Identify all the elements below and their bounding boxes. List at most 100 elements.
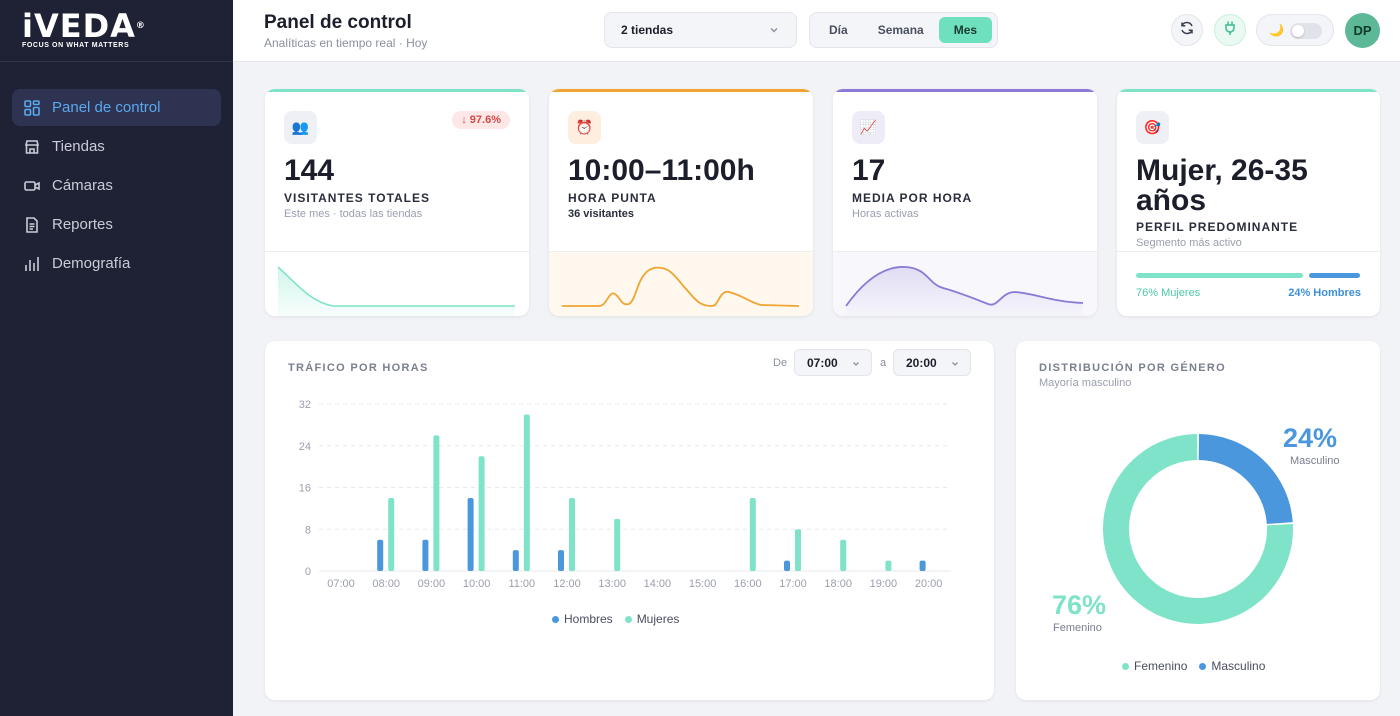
kpi-label: MEDIA POR HORA xyxy=(852,191,973,205)
bar-mujeres xyxy=(523,414,530,571)
theme-toggle[interactable]: 🌙 xyxy=(1256,14,1334,46)
legend-dot xyxy=(1199,662,1207,670)
x-tick-label: 14:00 xyxy=(644,578,672,590)
alarm-clock-icon: ⏰ xyxy=(568,111,601,144)
gender-legend: Femenino Masculino xyxy=(1122,659,1277,673)
kpi-value: 17 xyxy=(852,154,886,187)
to-time-value: 20:00 xyxy=(906,355,937,370)
legend-item-hombres[interactable]: Hombres xyxy=(552,612,613,626)
traffic-legend: Hombres Mujeres xyxy=(552,612,691,626)
donut-slice-masculino xyxy=(1198,434,1293,525)
bar-hombres xyxy=(512,550,519,571)
period-month-button[interactable]: Mes xyxy=(938,17,993,43)
y-tick-label: 8 xyxy=(305,524,311,536)
theme-switch[interactable] xyxy=(1290,23,1322,39)
range-to-label: a xyxy=(880,357,887,369)
bar-mujeres xyxy=(614,518,621,571)
male-share-label: 24% Hombres xyxy=(1288,287,1361,299)
brand-logo[interactable]: iVEDA® FOCUS ON WHAT MATTERS xyxy=(22,10,152,54)
plug-icon xyxy=(1222,20,1238,41)
store-select[interactable]: 2 tiendas xyxy=(604,12,797,48)
card-divider xyxy=(1117,251,1380,252)
y-tick-label: 0 xyxy=(305,566,311,578)
legend-dot xyxy=(624,615,632,623)
legend-label: Femenino xyxy=(1134,659,1188,673)
bar-mujeres xyxy=(749,497,756,571)
store-icon xyxy=(24,139,40,155)
trend-badge: ↓ 97.6% xyxy=(452,111,510,129)
kpi-card-profile: 🎯 Mujer, 26-35 años PERFIL PREDOMINANTE … xyxy=(1117,89,1380,316)
brand-name: iVEDA® xyxy=(22,7,146,45)
card-accent-line xyxy=(833,89,1097,92)
bar-mujeres xyxy=(795,529,801,571)
sidebar-item-demografia[interactable]: Demografía xyxy=(12,245,221,282)
sidebar: iVEDA® FOCUS ON WHAT MATTERS Panel de co… xyxy=(0,0,233,716)
kpi-value: 144 xyxy=(284,154,335,187)
gender-split-bar xyxy=(1136,273,1360,278)
male-bar xyxy=(1309,273,1360,278)
top-header: Panel de control Analíticas en tiempo re… xyxy=(233,0,1400,62)
kpi-label: PERFIL PREDOMINANTE xyxy=(1136,220,1299,234)
sparkline-avg xyxy=(833,251,1097,316)
sidebar-item-tiendas[interactable]: Tiendas xyxy=(12,128,221,165)
bar-mujeres xyxy=(388,497,395,571)
sidebar-item-label: Tiendas xyxy=(52,138,105,155)
female-label: Femenino xyxy=(1053,622,1102,634)
traffic-chart-card: TRÁFICO POR HORAS De 07:00 a 20:00 0 8 16 2… xyxy=(265,341,994,700)
visitors-icon: 👥 xyxy=(284,111,317,144)
bar-chart-icon xyxy=(24,256,40,272)
sidebar-item-label: Demografía xyxy=(52,255,131,272)
bar-hombres xyxy=(467,497,474,571)
from-time-value: 07:00 xyxy=(807,355,838,370)
legend-item-masculino[interactable]: Masculino xyxy=(1199,659,1265,673)
page-title: Panel de control xyxy=(264,12,412,33)
y-tick-label: 24 xyxy=(299,441,311,453)
chart-up-icon: 📈 xyxy=(852,111,885,144)
gender-subtitle: Mayoría masculino xyxy=(1039,377,1132,389)
sidebar-item-reportes[interactable]: Reportes xyxy=(12,206,221,243)
from-time-select[interactable]: 07:00 xyxy=(794,349,872,376)
legend-dot xyxy=(552,615,559,623)
period-day-button[interactable]: Día xyxy=(814,17,863,43)
connection-button[interactable] xyxy=(1214,14,1246,46)
kpi-sub: 36 visitantes xyxy=(568,208,635,220)
female-bar xyxy=(1136,273,1304,278)
sidebar-item-camaras[interactable]: Cámaras xyxy=(12,167,221,204)
legend-item-femenino[interactable]: Femenino xyxy=(1122,659,1187,673)
x-tick-label: 08:00 xyxy=(372,578,400,590)
female-share-label: 76% Mujeres xyxy=(1136,287,1201,299)
sidebar-item-panel[interactable]: Panel de control xyxy=(12,89,221,126)
chevron-down-icon xyxy=(851,358,861,372)
gender-distribution-card: DISTRIBUCIÓN POR GÉNERO Mayoría masculin… xyxy=(1016,341,1380,700)
gender-title: DISTRIBUCIÓN POR GÉNERO xyxy=(1039,362,1226,374)
legend-item-mujeres[interactable]: Mujeres xyxy=(624,612,679,626)
refresh-icon xyxy=(1179,20,1195,41)
bar-hombres xyxy=(784,560,790,571)
x-tick-label: 11:00 xyxy=(508,578,535,590)
kpi-value: Mujer, 26-35 años xyxy=(1136,156,1308,216)
legend-label: Masculino xyxy=(1211,659,1266,673)
camera-icon xyxy=(24,178,40,194)
kpi-card-peak: ⏰ 10:00–11:00h HORA PUNTA 36 visitantes xyxy=(549,89,813,316)
kpi-card-avg: 📈 17 MEDIA POR HORA Horas activas xyxy=(833,89,1097,316)
range-from-label: De xyxy=(773,357,788,369)
kpi-value-line2: años xyxy=(1136,184,1207,217)
x-tick-label: 09:00 xyxy=(418,578,446,590)
legend-dot xyxy=(1122,662,1129,670)
refresh-button[interactable] xyxy=(1171,14,1203,46)
period-week-button[interactable]: Semana xyxy=(863,17,939,43)
sidebar-divider xyxy=(0,61,233,62)
x-tick-label: 18:00 xyxy=(824,578,852,590)
x-tick-label: 13:00 xyxy=(598,578,626,590)
bar-mujeres xyxy=(840,539,847,571)
card-accent-line xyxy=(265,89,529,92)
period-selector: Día Semana Mes xyxy=(809,12,998,48)
document-icon xyxy=(24,216,40,233)
page-subtitle: Analíticas en tiempo real · Hoy xyxy=(264,36,428,50)
x-tick-label: 20:00 xyxy=(915,578,943,590)
to-time-select[interactable]: 20:00 xyxy=(893,349,971,376)
user-avatar[interactable]: DP xyxy=(1345,13,1380,48)
traffic-title: TRÁFICO POR HORAS xyxy=(288,362,429,374)
x-tick-label: 15:00 xyxy=(689,578,717,590)
x-tick-label: 19:00 xyxy=(870,578,898,590)
